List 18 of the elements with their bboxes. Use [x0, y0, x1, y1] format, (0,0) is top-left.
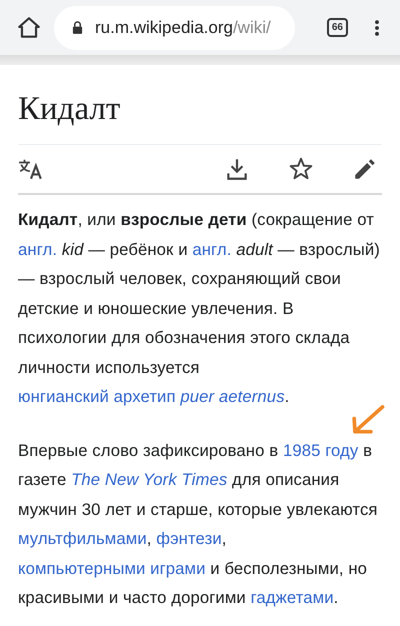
menu-icon[interactable]: [374, 18, 380, 38]
address-bar[interactable]: ru.m.wikipedia.org/wiki/: [54, 6, 295, 50]
home-icon[interactable]: [16, 14, 42, 40]
link[interactable]: гаджетами: [250, 588, 334, 607]
link[interactable]: юнгианский архетип puer aeternus: [18, 387, 285, 406]
article-title: Кидалт: [18, 91, 382, 145]
link[interactable]: The New York Times: [71, 470, 228, 489]
link[interactable]: англ.: [192, 240, 232, 258]
link[interactable]: компьютерными играми: [18, 558, 206, 578]
paragraph: Кидалт, или взрослые дети (сокращение от англ. kid — ребёнок и англ. adult — взрослый) — взрослый человек, сохраняющий свои детские и юношеские увлечения. В психологии для обозначения этого склада личности используется юнгианский архетип puer aeternus.: [18, 209, 381, 408]
link[interactable]: мультфильмами: [18, 529, 147, 548]
star-icon[interactable]: [288, 156, 314, 182]
paragraph: Впервые слово зафиксировано в 1985 году в газете The New York Times для описания мужчин 30 лет и старше, которые увлекаются мультфильмами, фэнтези, компьютерными играми и бесполезными, но красивыми и часто дорогими гаджетами.: [18, 440, 379, 609]
lock-icon: [72, 21, 83, 34]
link[interactable]: фэнтези: [156, 529, 222, 548]
link[interactable]: англ.: [18, 240, 58, 258]
link[interactable]: 1985 году: [282, 440, 358, 460]
tab-count-button[interactable]: 66: [326, 18, 348, 37]
